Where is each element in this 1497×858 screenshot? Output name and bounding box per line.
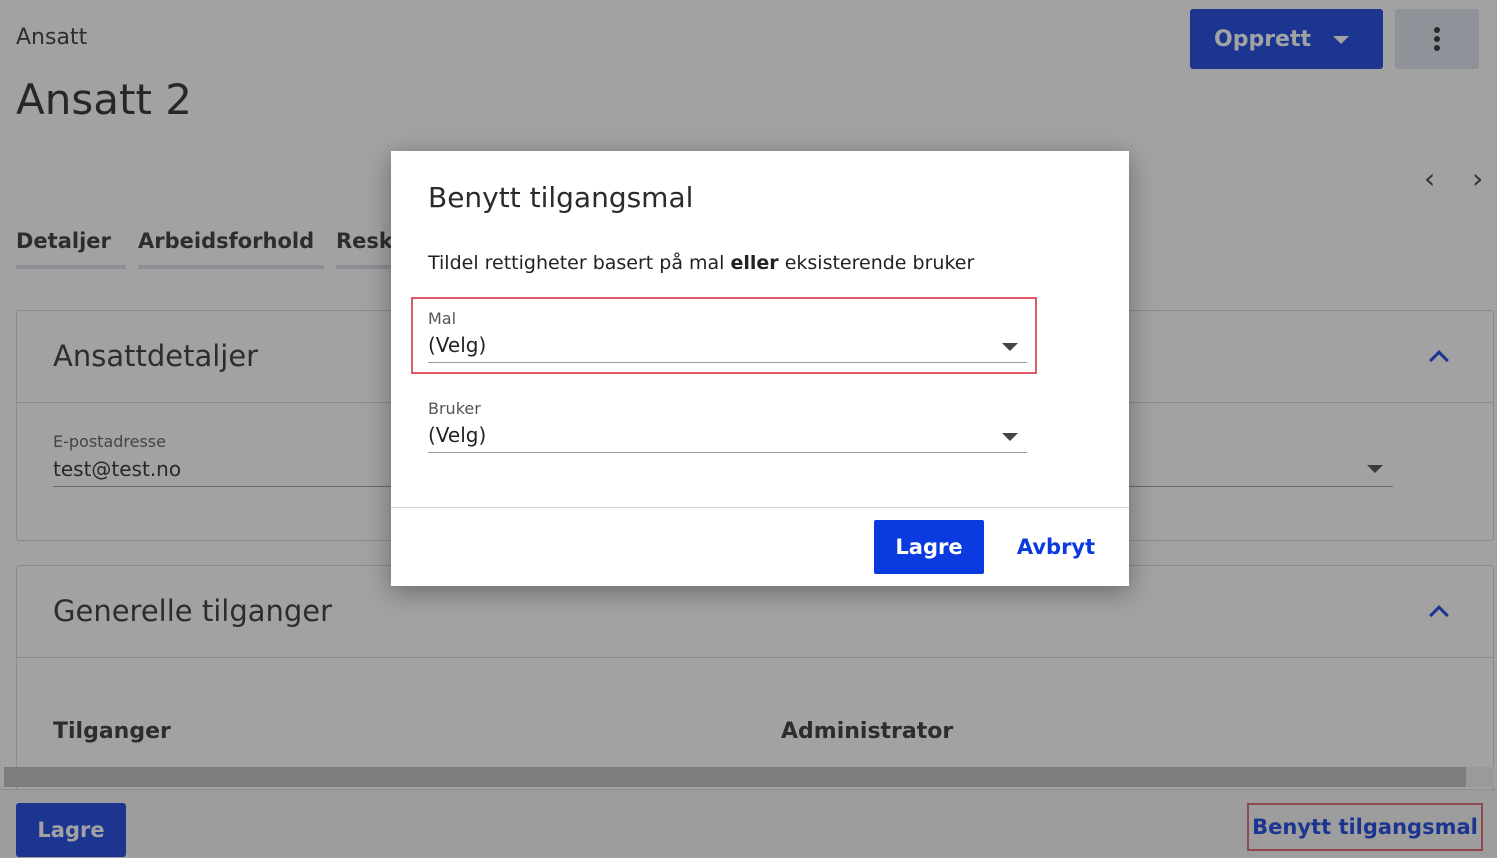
user-select[interactable]: (Velg) [428,423,486,447]
dialog-divider [391,507,1129,508]
dialog-cancel-button[interactable]: Avbryt [1001,520,1111,574]
dropdown-arrow-icon[interactable] [1002,433,1018,441]
dialog-title: Benytt tilgangsmal [428,181,694,214]
desc-text-end: eksisterende bruker [778,252,975,274]
desc-bold: eller [730,252,779,274]
user-label: Bruker [428,399,481,418]
dialog-save-button[interactable]: Lagre [874,520,984,574]
apply-template-dialog: Benytt tilgangsmal Tildel rettigheter ba… [391,151,1129,586]
user-underline [428,452,1027,453]
template-select[interactable]: (Velg) [428,333,486,357]
template-label: Mal [428,309,457,328]
app-window: Ansatt Ansatt 2 Opprett ‹ › Detaljer Arb… [0,0,1497,858]
desc-text: Tildel rettigheter basert på mal [428,252,731,274]
dialog-description: Tildel rettigheter basert på mal eller e… [428,252,974,274]
template-underline [428,362,1027,363]
dropdown-arrow-icon[interactable] [1002,343,1018,351]
